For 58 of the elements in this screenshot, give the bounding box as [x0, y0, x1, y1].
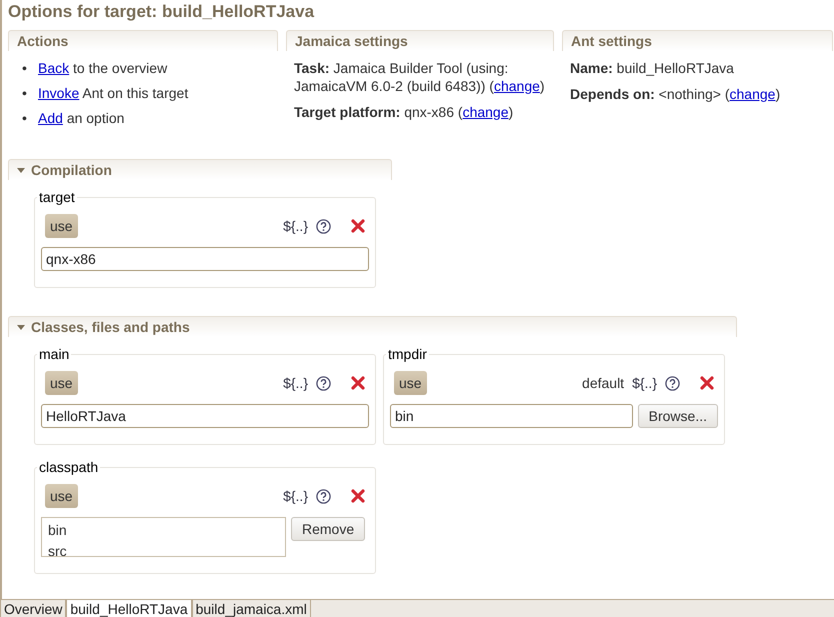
- page-title: Options for target: build_HelloRTJava: [8, 2, 316, 22]
- action-item: Invoke Ant on this target: [38, 84, 188, 102]
- expand-icon[interactable]: [17, 168, 25, 172]
- option-name: main: [38, 346, 70, 362]
- help-icon[interactable]: [665, 376, 680, 390]
- section-header: Jamaica settings: [286, 30, 554, 51]
- value-field[interactable]: HelloRTJava: [41, 404, 369, 428]
- use-button[interactable]: use: [45, 371, 78, 395]
- delete-icon[interactable]: [351, 376, 365, 390]
- list-item[interactable]: bin: [48, 520, 279, 541]
- use-button[interactable]: use: [45, 484, 78, 508]
- section-title: Classes, files and paths: [31, 319, 190, 335]
- section-header: Ant settings: [562, 30, 833, 51]
- list-item[interactable]: src: [48, 541, 279, 556]
- section-title: Compilation: [31, 162, 112, 178]
- section-header: Actions: [8, 30, 278, 51]
- value-field[interactable]: qnx-x86: [41, 247, 369, 271]
- action-item: Back to the overview: [38, 59, 168, 77]
- remove-button[interactable]: Remove: [291, 517, 366, 541]
- delete-icon[interactable]: [351, 489, 365, 503]
- expand-icon[interactable]: [17, 324, 25, 330]
- action-link[interactable]: Back: [38, 60, 70, 76]
- section-header[interactable]: Compilation: [8, 159, 392, 180]
- use-button[interactable]: use: [394, 371, 427, 395]
- use-button[interactable]: use: [45, 214, 78, 238]
- browse-button[interactable]: Browse...: [638, 404, 718, 428]
- help-icon[interactable]: [316, 376, 331, 390]
- change-link[interactable]: change: [462, 104, 508, 120]
- editor-tab[interactable]: build_jamaica.xml: [192, 600, 311, 617]
- editor-tab[interactable]: Overview: [0, 600, 66, 617]
- variable-button[interactable]: ${..}: [283, 375, 308, 391]
- editor-tab[interactable]: build_HelloRTJava: [66, 600, 192, 617]
- delete-icon[interactable]: [700, 376, 714, 390]
- variable-button[interactable]: ${..}: [283, 488, 308, 504]
- action-link[interactable]: Invoke: [38, 85, 80, 101]
- help-icon[interactable]: [316, 218, 331, 234]
- setting-text: Depends on: <nothing> (change): [570, 85, 782, 103]
- action-item: Add an option: [38, 109, 124, 127]
- list-box[interactable]: bin src: [41, 517, 286, 557]
- setting-text: Target platform: qnx-x86 (change): [294, 103, 514, 121]
- setting-text: Task: Jamaica Builder Tool (using: JamaicaVM 6.0-2 (build 6483)) (change): [294, 59, 546, 95]
- help-icon[interactable]: [316, 488, 331, 504]
- option-name: target: [38, 189, 76, 205]
- delete-icon[interactable]: [351, 219, 365, 233]
- setting-text: Name: build_HelloRTJava: [570, 59, 735, 77]
- bullet: •: [22, 84, 28, 102]
- variable-button[interactable]: ${..}: [283, 218, 308, 234]
- bullet: •: [22, 109, 28, 127]
- action-link[interactable]: Add: [38, 110, 63, 126]
- change-link[interactable]: change: [494, 78, 540, 94]
- value-field[interactable]: bin: [390, 404, 633, 428]
- default-label: default: [582, 375, 624, 391]
- section-header[interactable]: Classes, files and paths: [8, 316, 737, 337]
- option-name: tmpdir: [387, 346, 428, 362]
- change-link[interactable]: change: [730, 86, 776, 102]
- variable-button[interactable]: ${..}: [632, 375, 657, 391]
- option-name: classpath: [38, 459, 100, 475]
- bullet: •: [22, 59, 28, 77]
